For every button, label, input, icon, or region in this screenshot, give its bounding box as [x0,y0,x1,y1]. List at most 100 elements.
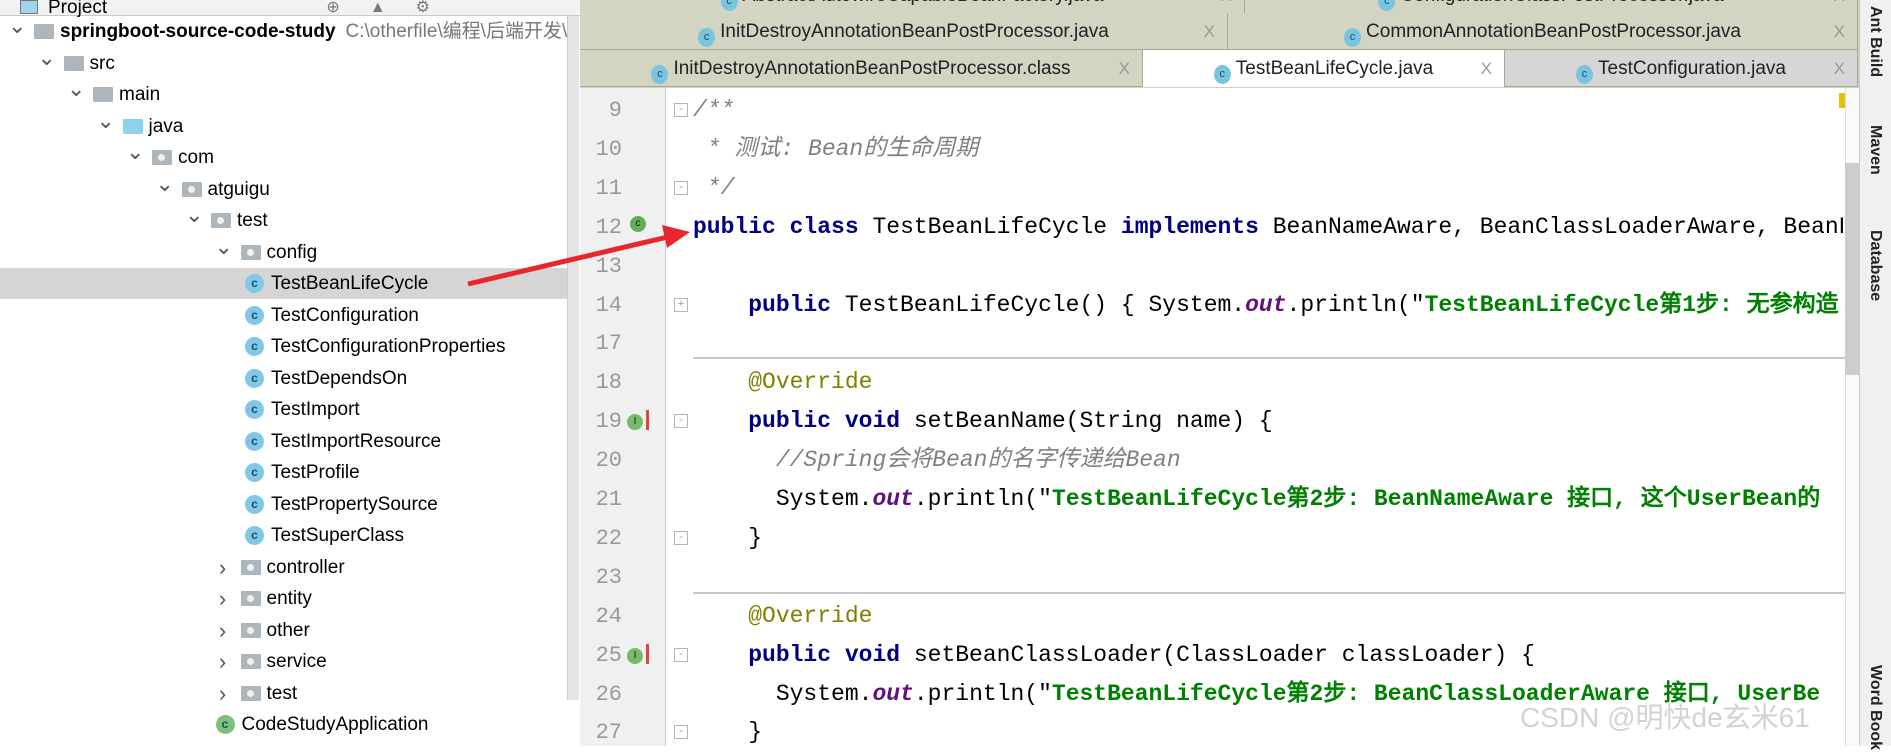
tree-item-testimport[interactable]: c TestImport [0,394,570,425]
tree-item-test[interactable]: › test [0,678,570,709]
code-token: .println(" [913,680,1052,707]
collapse-fold-icon[interactable]: - [674,103,688,117]
chevron-down-icon[interactable]: ⌄ [126,136,144,167]
tree-item-text: com [178,147,214,168]
tree-item-text: main [119,84,161,105]
tree-item-text: service [266,651,327,672]
collapse-fold-icon[interactable]: - [674,530,688,545]
package-icon [240,685,261,701]
close-tab-icon[interactable]: X [1204,13,1215,49]
chevron-down-icon[interactable]: ⌄ [156,168,174,199]
chevron-down-icon[interactable]: ⌄ [67,73,85,104]
code-line: public TestBeanLifeCycle() { System.out.… [693,286,1843,325]
class-icon: c [245,400,264,419]
tab-testbeanlifecycle-java[interactable]: c TestBeanLifeCycle.java X [1143,50,1505,87]
word-book-button[interactable]: Word Book [1866,665,1884,750]
collapse-fold-icon[interactable]: - [674,180,688,195]
tree-item-testpropertysource[interactable]: c TestPropertySource [0,489,570,520]
chevron-right-icon[interactable]: › [215,678,231,709]
right-tool-strip: Ant Build Maven Database Word Book [1859,0,1891,750]
tree-item-src[interactable]: ⌄ src [0,45,570,79]
collapse-fold-icon[interactable]: - [674,647,688,662]
chevron-right-icon[interactable]: › [215,615,231,646]
chevron-down-icon[interactable]: ⌄ [215,231,233,262]
tree-item-test[interactable]: ⌄ test [0,202,570,236]
close-tab-icon[interactable]: X [1834,50,1845,86]
chevron-down-icon[interactable]: ⌄ [38,42,56,73]
close-tab-icon[interactable]: X [1834,13,1845,49]
chevron-right-icon[interactable]: › [215,646,231,677]
code-token: class [775,213,859,240]
project-path: C:\otherfile\编程\后端开发\( [345,21,574,42]
tree-item-other[interactable]: › other [0,615,570,646]
maven-button[interactable]: Maven [1866,125,1884,175]
chevron-down-icon[interactable]: ⌄ [97,105,115,136]
tree-item-com[interactable]: ⌄ com [0,139,570,173]
tree-item-testsuperclass[interactable]: c TestSuperClass [0,520,570,551]
chevron-right-icon[interactable]: › [215,583,231,614]
tree-item-service[interactable]: › service [0,646,570,677]
tree-item-testprofile[interactable]: c TestProfile [0,457,570,488]
line-number: 21 [595,487,622,512]
tab-commonannotationbeanpostprocessor-java[interactable]: c CommonAnnotationBeanPostProcessor.java X [1228,13,1858,50]
expand-fold-icon[interactable]: + [674,297,688,312]
folder-icon [63,55,84,71]
tree-item-testconfiguration[interactable]: c TestConfiguration [0,300,570,331]
database-button[interactable]: Database [1866,230,1884,301]
tree-item-label: CodeStudyApplication [242,709,429,740]
tree-item-entity[interactable]: › entity [0,583,570,614]
tree-item-config[interactable]: ⌄ config [0,234,570,268]
tree-item-testdependson[interactable]: c TestDependsOn [0,363,570,394]
project-panel-header: Project ⊕▲⚙ [0,0,580,18]
tab-abstractautowirecapablebeanfactory-java[interactable]: c AbstractAutowireCapableBeanFactory.java… [580,0,1245,14]
implements-method-icon[interactable]: I [627,647,643,664]
collapse-fold-icon[interactable]: - [674,725,688,740]
tab-initdestroyannotationbeanpostprocessor-class[interactable]: c InitDestroyAnnotationBeanPostProcessor.… [580,50,1143,87]
tab-label: TestBeanLifeCycle.java [1235,58,1434,79]
tree-item-java[interactable]: ⌄ java [0,108,570,142]
code-token: //Spring会将Bean的名字传递给Bean [775,447,1181,474]
class-file-icon: c [1344,28,1362,47]
tab-testconfiguration-java[interactable]: c TestConfiguration.java X [1505,50,1858,87]
collapse-fold-icon[interactable]: - [674,414,688,429]
tab-initdestroyannotationbeanpostprocessor-java[interactable]: c InitDestroyAnnotationBeanPostProcessor.… [580,13,1228,50]
close-tab-icon[interactable]: X [1221,0,1232,13]
panel-tools[interactable]: ⊕▲⚙ [326,0,460,16]
tab-label: ConfigurationClassPostProcessor.java [1400,0,1723,6]
tree-scrollbar[interactable] [567,0,579,700]
class-file-icon: c [698,28,716,47]
tree-item-label: TestImportResource [271,426,441,457]
close-tab-icon[interactable]: X [1481,50,1492,87]
tab-configurationclasspostprocessor-java[interactable]: c ConfigurationClassPostProcessor.java X [1245,0,1858,14]
chevron-right-icon[interactable]: › [215,552,231,583]
project-panel-title[interactable]: Project [48,0,107,18]
code-line: //Spring会将Bean的名字传递给Bean [693,441,1843,480]
code-token: } [693,524,763,551]
tree-item-testbeanlifecycle[interactable]: c TestBeanLifeCycle [0,268,570,299]
folder-icon [93,87,113,102]
tree-item-atguigu[interactable]: ⌄ atguigu [0,171,570,205]
tab-label: InitDestroyAnnotationBeanPostProcessor.j… [720,21,1109,42]
line-number: 26 [595,681,622,707]
close-tab-icon[interactable]: X [1119,50,1130,86]
code-line: public void setBeanClassLoader(ClassLoad… [693,636,1843,675]
tree-item-controller[interactable]: › controller [0,552,570,583]
spring-bean-icon[interactable]: c [630,215,646,232]
ant-build-button[interactable]: Ant Build [1866,6,1884,77]
tree-item-testconfigurationproperties[interactable]: c TestConfigurationProperties [0,331,570,362]
tree-item-text: TestConfigurationProperties [271,336,506,357]
chevron-down-icon[interactable]: ⌄ [185,199,203,230]
code-token: */ [693,174,735,201]
tree-item-main[interactable]: ⌄ main [0,76,570,110]
tree-item-codestudyapplication[interactable]: c CodeStudyApplication [0,709,570,740]
tree-item-testimportresource[interactable]: c TestImportResource [0,426,570,457]
close-tab-icon[interactable]: X [1834,0,1845,13]
line-number: 18 [595,370,622,396]
tree-item-springboot-source-code-study[interactable]: ⌄ springboot-source-code-study C:\otherfil… [0,13,574,47]
tree-item-label: src [90,48,115,79]
tree-item-label: TestConfiguration [271,300,419,331]
editor-scrollbar-thumb[interactable] [1845,163,1859,375]
